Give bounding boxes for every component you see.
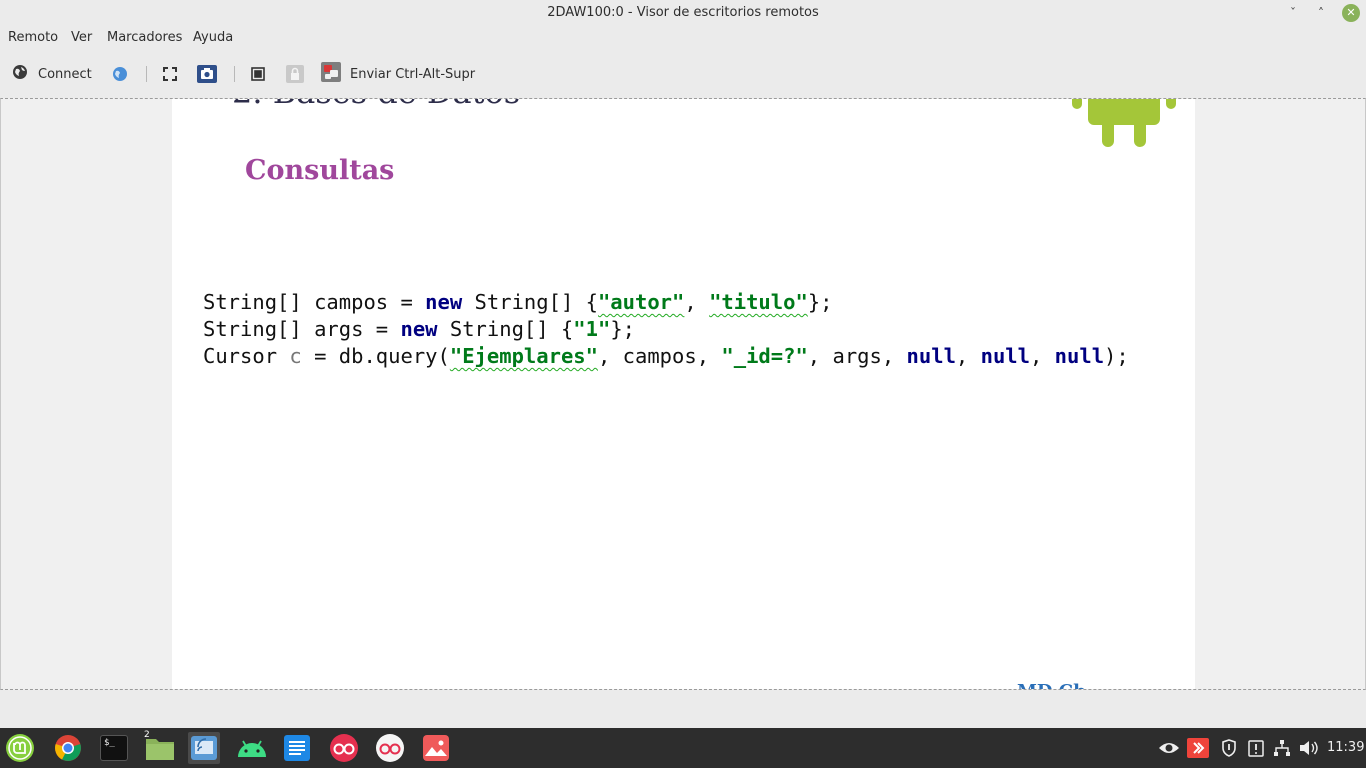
terminal-glyph: $_ xyxy=(100,735,128,761)
fullscreen-icon[interactable] xyxy=(162,62,178,86)
globe-blue-icon[interactable] xyxy=(112,62,128,86)
code-string: "Ejemplares" xyxy=(450,344,598,368)
code-keyword: new xyxy=(425,290,463,314)
send-ctrl-alt-del-button[interactable]: Enviar Ctrl-Alt-Supr xyxy=(320,62,475,86)
app-white-oo-icon[interactable] xyxy=(374,732,406,764)
text-editor-icon[interactable] xyxy=(281,732,313,764)
code-variable: c xyxy=(289,344,302,368)
slide-header: 2. Bases de Datos xyxy=(232,99,520,111)
anydesk-icon[interactable] xyxy=(1187,738,1209,758)
code-text: ); xyxy=(1104,344,1129,368)
chrome-icon[interactable] xyxy=(52,732,84,764)
code-text: String[] { xyxy=(462,290,598,314)
code-text: String[] campos = xyxy=(203,290,426,314)
code-string: "1" xyxy=(573,317,611,341)
image-viewer-icon[interactable] xyxy=(420,732,452,764)
app-red-oo-icon[interactable] xyxy=(328,732,360,764)
clock[interactable]: 11:39 xyxy=(1327,740,1364,755)
code-keyword: null xyxy=(1054,344,1105,368)
code-keyword: null xyxy=(980,344,1030,368)
connect-button[interactable]: Connect xyxy=(12,62,92,86)
code-string: "autor" xyxy=(598,290,684,314)
remote-desktop-view[interactable]: 2. Bases de Datos Consultas String[] cam… xyxy=(0,98,1366,690)
update-manager-icon[interactable] xyxy=(1245,738,1267,758)
code-string: "_id=?" xyxy=(721,344,808,368)
presentation-slide: 2. Bases de Datos Consultas String[] cam… xyxy=(172,99,1195,689)
connect-label: Connect xyxy=(38,66,92,82)
code-text: , xyxy=(1029,344,1055,368)
toolbar-separator xyxy=(146,66,147,82)
code-string-text: "titulo" xyxy=(709,290,808,314)
code-text: , xyxy=(684,290,710,314)
code-block: String[] campos = new String[] {"autor",… xyxy=(203,289,1129,370)
terminal-icon[interactable]: $_ xyxy=(98,732,130,764)
taskbar: $_ 2 11:39 xyxy=(0,728,1366,768)
code-text: = db.query( xyxy=(301,344,450,368)
send-keys-label: Enviar Ctrl-Alt-Supr xyxy=(350,66,476,82)
file-manager-icon[interactable]: 2 xyxy=(144,730,176,764)
code-text: Cursor xyxy=(203,344,290,368)
code-text: , args, xyxy=(807,344,907,368)
remote-viewer-taskbar-icon[interactable] xyxy=(188,732,220,764)
window-titlebar: 2DAW100:0 - Visor de escritorios remotos… xyxy=(0,0,1366,27)
menu-marcadores[interactable]: Marcadores xyxy=(107,30,182,45)
shield-icon[interactable] xyxy=(1218,738,1240,758)
volume-icon[interactable] xyxy=(1298,738,1320,758)
menu-bar: Remoto Ver Marcadores Ayuda xyxy=(0,27,1366,51)
toolbar: Connect Enviar Ctrl-Alt-Supr xyxy=(0,58,1366,90)
code-text: }; xyxy=(807,290,833,314)
minimize-button[interactable]: ˇ xyxy=(1284,4,1302,22)
eye-icon[interactable] xyxy=(1158,738,1180,758)
scale-icon[interactable] xyxy=(250,62,266,86)
menu-ver[interactable]: Ver xyxy=(71,30,92,45)
code-text: , campos, xyxy=(597,344,722,368)
slide-footer: MD Ch xyxy=(1017,681,1086,689)
close-button[interactable]: ✕ xyxy=(1342,4,1360,22)
code-text: , xyxy=(955,344,981,368)
window-title: 2DAW100:0 - Visor de escritorios remotos xyxy=(547,5,819,20)
menu-ayuda[interactable]: Ayuda xyxy=(193,30,233,45)
keyboard-icon xyxy=(320,61,342,87)
code-keyword: null xyxy=(906,344,956,368)
menu-remoto[interactable]: Remoto xyxy=(8,30,58,45)
code-keyword: new xyxy=(400,317,438,341)
mint-menu-icon[interactable] xyxy=(4,732,36,764)
code-text: String[] args = xyxy=(203,317,401,341)
screenshot-icon[interactable] xyxy=(196,62,218,86)
code-string-text: "Ejemplares" xyxy=(449,344,598,368)
network-icon[interactable] xyxy=(1271,738,1293,758)
android-logo xyxy=(1072,99,1176,155)
maximize-button[interactable]: ˄ xyxy=(1312,4,1330,22)
keyboard-grab-icon[interactable] xyxy=(285,62,305,86)
code-string: "titulo" xyxy=(709,290,808,314)
code-text: String[] { xyxy=(437,317,574,341)
code-string-text: "autor" xyxy=(597,290,685,314)
toolbar-separator xyxy=(234,66,235,82)
android-studio-icon[interactable] xyxy=(236,732,268,764)
code-text: }; xyxy=(610,317,635,341)
workspace-badge: 2 xyxy=(144,730,150,740)
globe-dark-icon xyxy=(12,64,28,84)
slide-subtitle: Consultas xyxy=(245,155,395,186)
